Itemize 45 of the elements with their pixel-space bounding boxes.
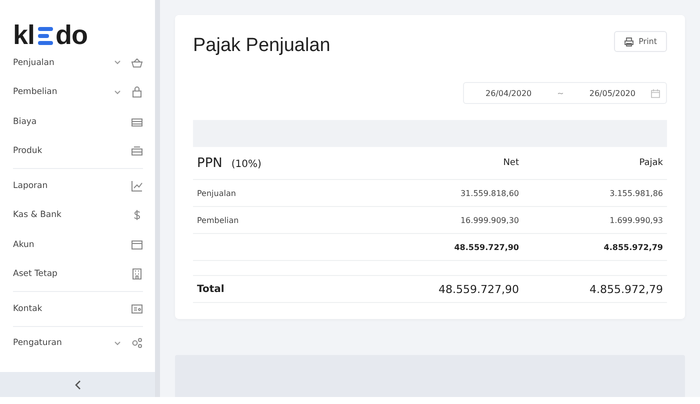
- table-cell: Penjualan: [197, 188, 236, 198]
- calendar-icon: [651, 88, 660, 98]
- sidebar-item[interactable]: Pembelian: [0, 78, 155, 107]
- window-icon: [131, 238, 143, 251]
- sidebar-item[interactable]: Biaya: [0, 107, 155, 136]
- sidebar-item[interactable]: Laporan: [0, 171, 155, 200]
- sidebar-item[interactable]: Kas & Bank: [0, 200, 155, 230]
- total-cell-text: 48.559.727,90: [438, 282, 520, 296]
- printer-icon: [624, 36, 634, 46]
- logo-text: do: [56, 22, 88, 48]
- date-range-field[interactable]: 26/04/2020 ~ 26/05/2020: [463, 82, 667, 104]
- tax-rate: (10%): [231, 158, 262, 170]
- table-cell-text: 1.699.990,93: [608, 216, 664, 224]
- logo-text: kl: [13, 22, 35, 48]
- box-icon: [131, 145, 143, 158]
- sidebar-item[interactable]: Produk: [0, 136, 155, 166]
- card-icon: [131, 116, 143, 128]
- contact-card-icon: [131, 302, 143, 315]
- sidebar-item[interactable]: Akun: [0, 230, 155, 260]
- total-cell-text: 4.855.972,79: [588, 282, 664, 296]
- column-header: Pajak: [638, 158, 664, 168]
- sidebar-item[interactable]: Aset Tetap: [0, 260, 155, 289]
- gears-icon: [131, 337, 143, 350]
- table-cell-text: 3.155.981,86: [608, 188, 664, 198]
- column-header: Net: [502, 158, 520, 168]
- building-icon: [131, 268, 143, 280]
- subtotal-cell-text: 4.855.972,79: [602, 242, 664, 252]
- dollar-icon: [131, 209, 143, 222]
- tax-name: PPN: [197, 156, 222, 170]
- table-cell: Pembelian: [197, 216, 239, 224]
- total-label: Total: [197, 284, 224, 294]
- sidebar-item[interactable]: Pengaturan: [0, 328, 155, 358]
- page-title: Pajak Penjualan: [193, 35, 330, 57]
- chart-icon: [131, 180, 143, 192]
- subtotal-cell-text: 48.559.727,90: [453, 242, 520, 252]
- basket-icon: [131, 56, 143, 69]
- collapse-button[interactable]: [0, 372, 155, 397]
- table-cell-text: 31.559.818,60: [459, 188, 520, 198]
- sidebar-item[interactable]: Penjualan: [0, 48, 155, 78]
- bag-icon: [131, 86, 143, 98]
- logo-mark-icon: [36, 26, 54, 46]
- print-button[interactable]: Print: [614, 31, 667, 52]
- sidebar-item[interactable]: Kontak: [0, 294, 155, 324]
- table-cell-text: 16.999.909,30: [459, 216, 520, 224]
- chevron-left-icon: [74, 380, 82, 390]
